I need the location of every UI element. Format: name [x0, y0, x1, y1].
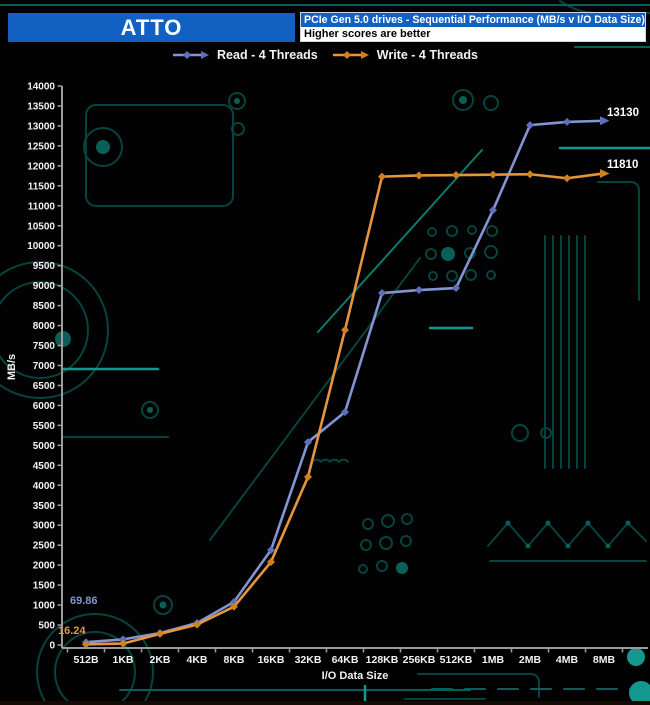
svg-text:4000: 4000 — [33, 481, 56, 492]
series-start-value-label: 16.24 — [58, 625, 86, 637]
svg-text:2500: 2500 — [33, 541, 56, 552]
svg-text:512B: 512B — [73, 654, 99, 666]
legend-item-read: Read - 4 Threads — [172, 48, 318, 62]
legend-label-read: Read - 4 Threads — [217, 48, 318, 62]
svg-text:10500: 10500 — [27, 221, 55, 232]
legend: Read - 4 Threads Write - 4 Threads — [0, 48, 650, 62]
svg-text:7000: 7000 — [33, 361, 56, 372]
svg-text:1000: 1000 — [33, 601, 56, 612]
svg-text:13000: 13000 — [27, 121, 55, 132]
svg-text:8500: 8500 — [33, 301, 56, 312]
svg-text:512KB: 512KB — [440, 654, 473, 666]
svg-text:2MB: 2MB — [519, 654, 542, 666]
svg-text:16KB: 16KB — [258, 654, 285, 666]
svg-text:5000: 5000 — [33, 441, 56, 452]
series-read: 69.86 13130 — [70, 107, 639, 647]
svg-text:7500: 7500 — [33, 341, 56, 352]
svg-text:0: 0 — [49, 641, 55, 652]
chart-subtitle: Higher scores are better — [301, 27, 645, 41]
x-axis-title: I/O Data Size — [322, 670, 389, 682]
svg-text:9500: 9500 — [33, 261, 56, 272]
series-end-value-label: 11810 — [607, 159, 638, 171]
svg-text:6000: 6000 — [33, 401, 56, 412]
svg-text:8MB: 8MB — [593, 654, 616, 666]
svg-text:5500: 5500 — [33, 421, 56, 432]
svg-text:12000: 12000 — [27, 161, 55, 172]
series-end-value-label: 13130 — [607, 107, 639, 119]
legend-label-write: Write - 4 Threads — [376, 48, 478, 62]
svg-text:256KB: 256KB — [403, 654, 436, 666]
read-series-swatch-icon — [173, 51, 210, 59]
svg-text:2000: 2000 — [33, 561, 56, 572]
svg-text:2KB: 2KB — [149, 654, 170, 666]
svg-text:12500: 12500 — [27, 141, 55, 152]
svg-text:11500: 11500 — [28, 181, 56, 192]
chart-title: PCIe Gen 5.0 drives - Sequential Perform… — [301, 13, 645, 27]
legend-item-write: Write - 4 Threads — [332, 48, 478, 62]
atto-logo-text: ATTO — [120, 14, 183, 40]
svg-text:9000: 9000 — [33, 281, 56, 292]
svg-text:4500: 4500 — [33, 461, 56, 472]
performance-chart: 0 500 1000 1500 2000 2500 3000 3500 4000 4500 5000… — [6, 82, 648, 682]
svg-text:1KB: 1KB — [112, 654, 133, 666]
write-series-swatch-icon — [332, 51, 369, 59]
svg-text:128KB: 128KB — [366, 654, 399, 666]
title-box: PCIe Gen 5.0 drives - Sequential Perform… — [300, 12, 646, 42]
svg-text:13500: 13500 — [27, 101, 55, 112]
svg-text:8000: 8000 — [33, 321, 56, 332]
svg-text:32KB: 32KB — [295, 654, 322, 666]
atto-logo-box: ATTO — [8, 13, 295, 42]
y-axis-title: MB/s — [6, 354, 18, 380]
svg-text:11000: 11000 — [28, 201, 56, 212]
svg-text:4KB: 4KB — [186, 654, 207, 666]
svg-text:500: 500 — [38, 621, 55, 632]
x-axis-ticks: 512B 1KB 2KB 4KB 8KB 16KB 32KB 64KB 128KB 256KB 51… — [66, 648, 624, 666]
svg-text:10000: 10000 — [27, 241, 55, 252]
svg-text:3500: 3500 — [33, 501, 56, 512]
svg-text:1500: 1500 — [33, 581, 56, 592]
svg-text:4MB: 4MB — [556, 654, 579, 666]
svg-text:3000: 3000 — [33, 521, 56, 532]
svg-text:8KB: 8KB — [223, 654, 244, 666]
screenshot-root: ATTO PCIe Gen 5.0 drives - Sequential Pe… — [0, 0, 650, 705]
svg-text:14000: 14000 — [27, 82, 55, 93]
svg-text:6500: 6500 — [33, 381, 56, 392]
axes — [61, 86, 648, 649]
series-start-value-label: 69.86 — [70, 595, 98, 607]
y-axis-ticks: 0 500 1000 1500 2000 2500 3000 3500 4000 4500 5000… — [27, 82, 62, 652]
svg-text:64KB: 64KB — [332, 654, 359, 666]
svg-text:1MB: 1MB — [482, 654, 505, 666]
